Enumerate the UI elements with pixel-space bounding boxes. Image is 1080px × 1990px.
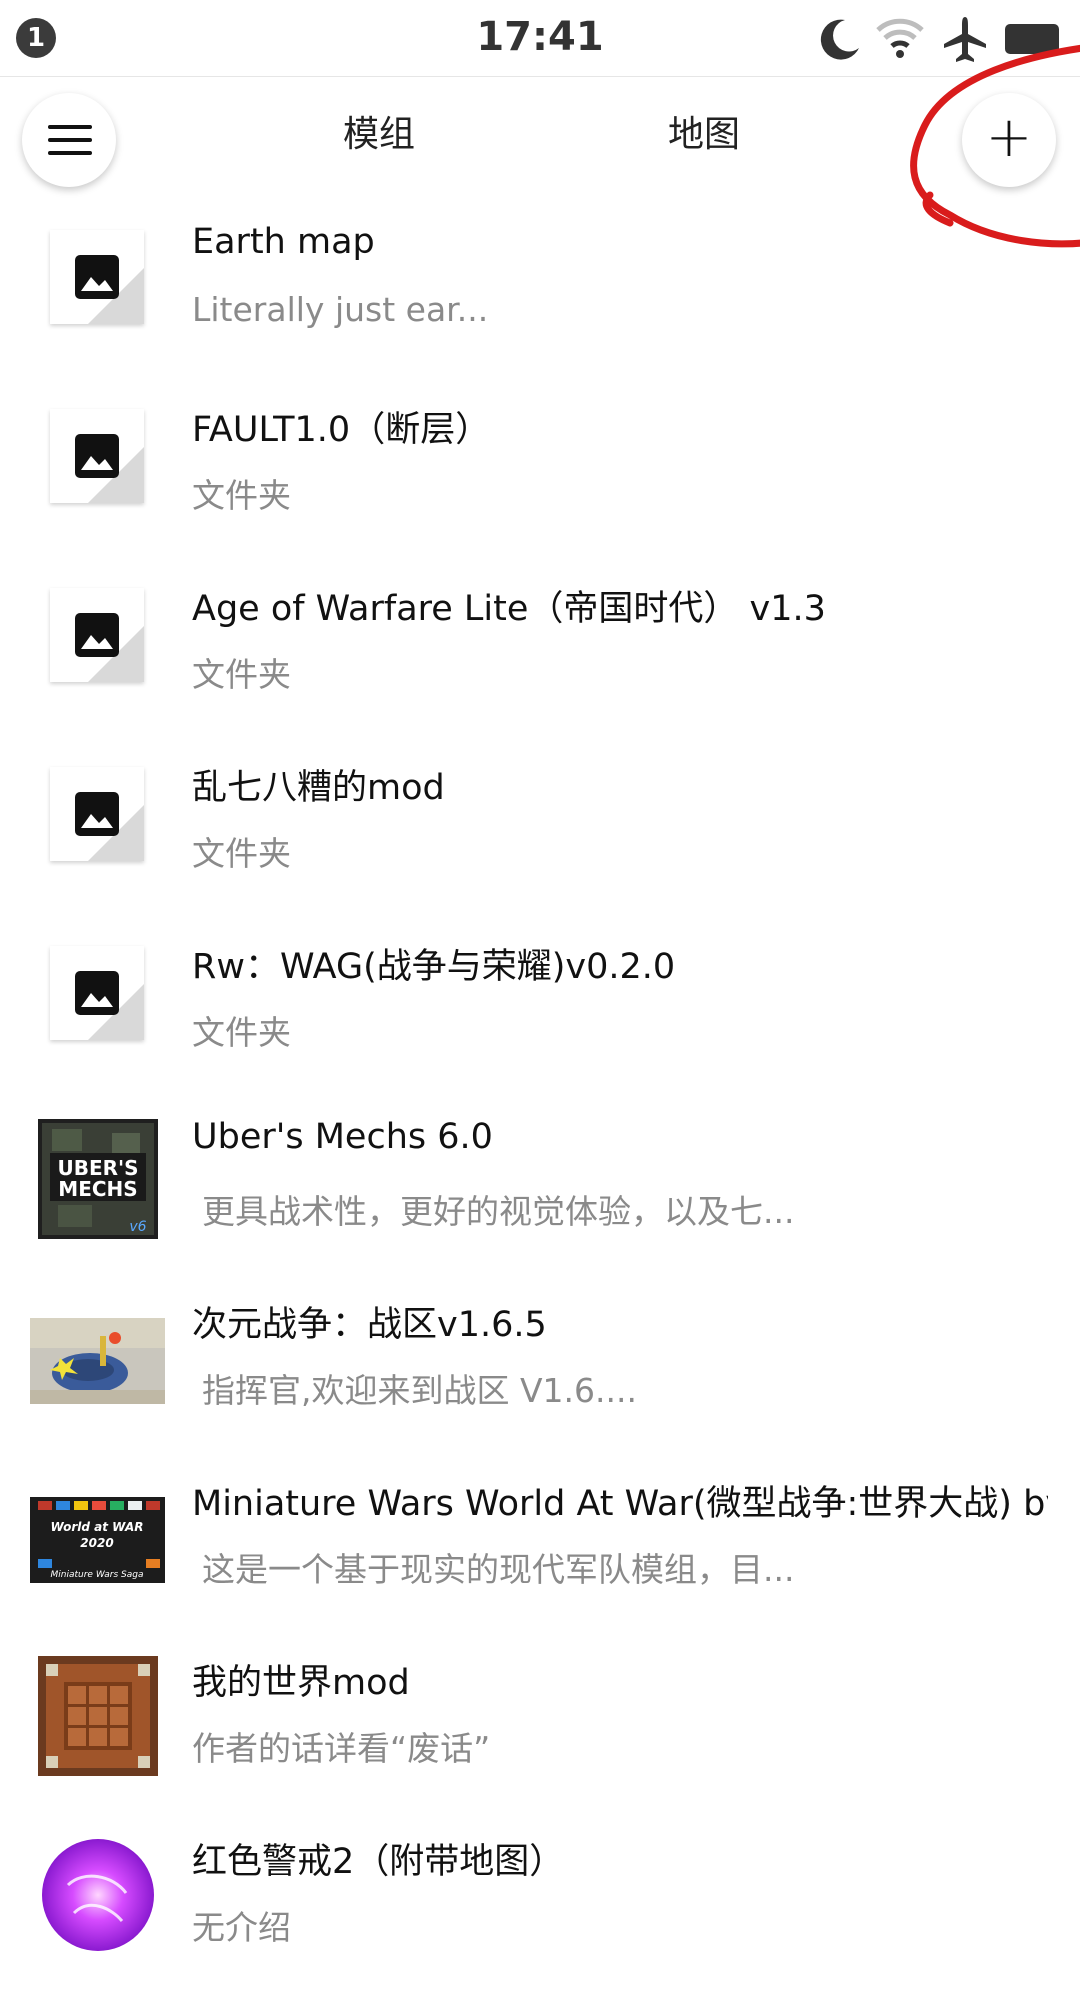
item-subtitle: 文件夹 bbox=[192, 1013, 291, 1052]
add-button[interactable]: + bbox=[962, 93, 1056, 187]
item-title: Rw：WAG(战争与荣耀)v0.2.0 bbox=[192, 947, 676, 987]
svg-text:2020: 2020 bbox=[80, 1536, 113, 1550]
item-subtitle: 这是一个基于现实的现代军队模组，目... bbox=[202, 1550, 795, 1589]
moon-icon bbox=[820, 19, 859, 60]
list-item[interactable]: Rw：WAG(战争与荣耀)v0.2.0 文件夹 bbox=[0, 916, 1080, 1095]
image-icon bbox=[75, 971, 119, 1015]
tab-maps[interactable]: 地图 bbox=[668, 105, 740, 157]
list-item[interactable]: 次元战争：战区v1.6.5 指挥官,欢迎来到战区 V1.6.... bbox=[0, 1274, 1080, 1453]
item-subtitle: 文件夹 bbox=[192, 655, 291, 694]
image-placeholder-thumbnail bbox=[50, 230, 144, 324]
item-title: 我的世界mod bbox=[192, 1663, 410, 1703]
list-item[interactable]: Age of Warfare Lite（帝国时代） v1.3 文件夹 bbox=[0, 558, 1080, 737]
item-title: 乱七八糟的mod bbox=[192, 768, 445, 808]
item-subtitle: 更具战术性，更好的视觉体验，以及七... bbox=[202, 1192, 795, 1231]
item-subtitle: 作者的话详看“废话” bbox=[192, 1729, 491, 1768]
menu-button[interactable] bbox=[22, 93, 116, 187]
item-subtitle: 文件夹 bbox=[192, 476, 291, 515]
image-icon bbox=[75, 792, 119, 836]
battery-icon bbox=[1005, 24, 1059, 54]
tab-mods[interactable]: 模组 bbox=[343, 105, 415, 157]
svg-text:MECHS: MECHS bbox=[58, 1177, 137, 1201]
crafting-table-thumbnail bbox=[38, 1656, 158, 1776]
ubers-mechs-thumbnail: UBER'S MECHS v6 bbox=[38, 1119, 158, 1239]
item-subtitle: 文件夹 bbox=[192, 834, 291, 873]
list-item[interactable]: 我的世界mod 作者的话详看“废话” bbox=[0, 1632, 1080, 1811]
miniature-wars-thumbnail: World at WAR 2020 Miniature Wars Saga bbox=[30, 1497, 165, 1583]
item-title: Uber's Mechs 6.0 bbox=[192, 1117, 493, 1157]
purple-orb-thumbnail bbox=[42, 1839, 154, 1951]
item-title: Miniature Wars World At War(微型战争:世界大战) b… bbox=[192, 1484, 1048, 1524]
svg-text:Miniature Wars Saga: Miniature Wars Saga bbox=[51, 1570, 144, 1580]
list-item[interactable]: 红色警戒2（附带地图） 无介绍 bbox=[0, 1811, 1080, 1990]
mod-list: Earth map Literally just ear... FAULT1.0… bbox=[0, 200, 1080, 1990]
top-app-bar: 模组 地图 + bbox=[0, 77, 1080, 197]
list-item[interactable]: World at WAR 2020 Miniature Wars Saga Mi… bbox=[0, 1453, 1080, 1632]
image-icon bbox=[75, 613, 119, 657]
svg-text:World at WAR: World at WAR bbox=[51, 1520, 144, 1534]
item-title: Age of Warfare Lite（帝国时代） v1.3 bbox=[192, 589, 826, 629]
image-placeholder-thumbnail bbox=[50, 767, 144, 861]
item-title: Earth map bbox=[192, 222, 375, 262]
item-title: 红色警戒2（附带地图） bbox=[192, 1842, 565, 1882]
item-title: 次元战争：战区v1.6.5 bbox=[192, 1305, 547, 1345]
item-title: FAULT1.0（断层） bbox=[192, 410, 491, 450]
list-item[interactable]: 乱七八糟的mod 文件夹 bbox=[0, 737, 1080, 916]
image-icon bbox=[75, 255, 119, 299]
list-item[interactable]: UBER'S MECHS v6 Uber's Mechs 6.0 更具战术性，更… bbox=[0, 1095, 1080, 1274]
item-subtitle: Literally just ear... bbox=[192, 290, 489, 329]
dimension-war-thumbnail bbox=[30, 1318, 165, 1404]
wifi-icon bbox=[876, 18, 924, 58]
image-placeholder-thumbnail bbox=[50, 946, 144, 1040]
svg-text:v6: v6 bbox=[129, 1219, 146, 1235]
image-icon bbox=[75, 434, 119, 478]
list-item[interactable]: FAULT1.0（断层） 文件夹 bbox=[0, 379, 1080, 558]
image-placeholder-thumbnail bbox=[50, 409, 144, 503]
airplane-icon bbox=[944, 17, 986, 62]
item-subtitle: 无介绍 bbox=[192, 1908, 291, 1947]
status-bar: 1 17:41 bbox=[0, 0, 1080, 77]
image-placeholder-thumbnail bbox=[50, 588, 144, 682]
list-item[interactable]: Earth map Literally just ear... bbox=[0, 200, 1080, 379]
item-subtitle: 指挥官,欢迎来到战区 V1.6.... bbox=[202, 1371, 637, 1410]
